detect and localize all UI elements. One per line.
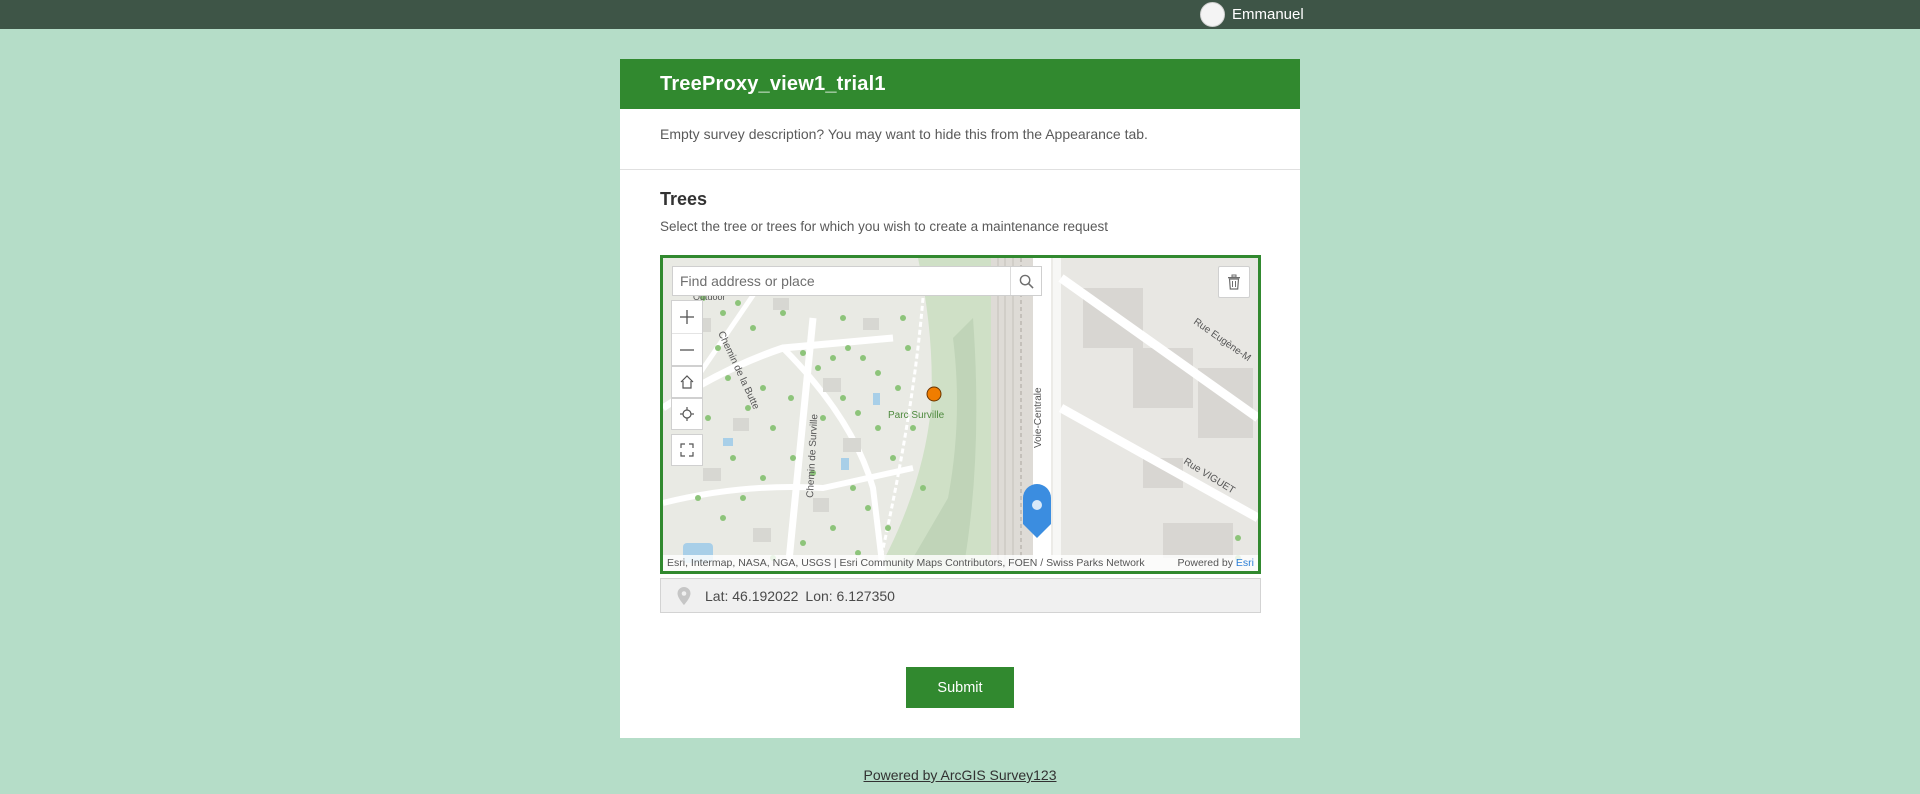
map-view[interactable]: Parc Surville Voie-Centrale Rue Eugène-M…	[660, 255, 1261, 574]
search-input[interactable]	[673, 267, 1010, 295]
top-bar: Emmanuel	[0, 0, 1920, 29]
coordinates-bar: Lat: 46.192022 Lon: 6.127350	[660, 578, 1261, 613]
zoom-out-button[interactable]	[672, 333, 702, 365]
search-icon	[1019, 274, 1034, 289]
map-tiles[interactable]: Parc Surville Voie-Centrale Rue Eugène-M…	[663, 258, 1258, 571]
locate-button[interactable]	[671, 398, 703, 430]
map-attribution: Esri, Intermap, NASA, NGA, USGS | Esri C…	[663, 555, 1258, 571]
user-menu[interactable]: Emmanuel	[1200, 2, 1304, 27]
survey-title: TreeProxy_view1_trial1	[660, 72, 886, 95]
question-title: Trees	[660, 189, 708, 209]
location-pin-icon	[677, 586, 691, 605]
clear-selection-button[interactable]	[1218, 266, 1250, 298]
powered-by-esri: Powered by Esri	[1178, 557, 1254, 569]
map-label-road-voie: Voie-Centrale	[1033, 387, 1044, 448]
submit-button[interactable]: Submit	[906, 667, 1014, 708]
zoom-in-icon	[680, 310, 694, 324]
esri-link[interactable]: Esri	[1236, 557, 1254, 569]
user-name[interactable]: Emmanuel	[1232, 6, 1304, 23]
tree-marker[interactable]	[926, 386, 942, 402]
powered-by-label: Powered by	[1177, 557, 1236, 569]
map-search	[672, 266, 1042, 296]
fullscreen-button[interactable]	[671, 434, 703, 466]
description-section: Empty survey description? You may want t…	[620, 109, 1300, 170]
survey-card: TreeProxy_view1_trial1 Empty survey desc…	[620, 59, 1300, 738]
latitude-value: Lat: 46.192022	[705, 587, 799, 604]
trash-icon	[1228, 274, 1240, 290]
question-hint: Select the tree or trees for which you w…	[660, 219, 1108, 234]
home-button[interactable]	[671, 366, 703, 398]
zoom-controls	[671, 300, 703, 366]
footer: Powered by ArcGIS Survey123	[0, 767, 1920, 783]
attribution-text: Esri, Intermap, NASA, NGA, USGS | Esri C…	[667, 557, 1145, 569]
longitude-value: Lon: 6.127350	[805, 587, 895, 604]
home-icon	[680, 375, 694, 389]
locate-icon	[680, 407, 694, 421]
survey-description: Empty survey description? You may want t…	[660, 126, 1148, 142]
search-button[interactable]	[1010, 267, 1041, 295]
powered-by-survey123-link[interactable]: Powered by ArcGIS Survey123	[864, 767, 1057, 783]
question-trees: Trees Select the tree or trees for which…	[660, 189, 1261, 234]
zoom-out-icon	[680, 348, 694, 351]
fullscreen-icon	[680, 443, 694, 457]
avatar[interactable]	[1200, 2, 1225, 27]
survey-header: TreeProxy_view1_trial1	[620, 59, 1300, 109]
map-label-park: Parc Surville	[888, 410, 945, 421]
coordinates-text: Lat: 46.192022 Lon: 6.127350	[705, 588, 895, 604]
zoom-in-button[interactable]	[672, 301, 702, 333]
